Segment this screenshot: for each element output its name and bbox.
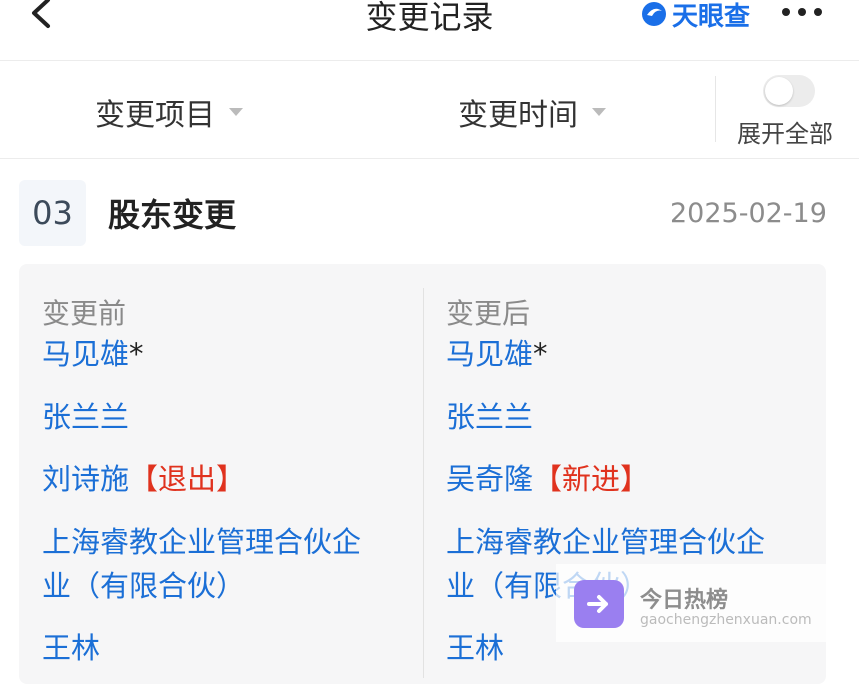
expand-all-label: 展开全部 — [737, 120, 833, 148]
more-dots-icon[interactable] — [782, 8, 822, 16]
record-date: 2025-02-19 — [670, 198, 827, 229]
shareholder-link[interactable]: 马见雄* — [446, 332, 548, 376]
watermark-title: 今日热榜 — [640, 588, 729, 613]
new-tag: 【新进】 — [533, 462, 650, 496]
shareholder-link[interactable]: 上海睿教企业管理合伙企 业（有限合伙） — [42, 520, 361, 608]
watermark-url: gaochengzhenxuan.com — [640, 612, 812, 628]
caret-down-icon — [229, 108, 243, 116]
tianyancha-logo: 天眼查 — [640, 0, 750, 34]
nav-divider — [0, 60, 859, 61]
shareholder-link[interactable]: 马见雄* — [42, 332, 144, 376]
shareholder-link[interactable]: 王林 — [42, 626, 100, 670]
shareholder-link[interactable]: 吴奇隆【新进】 — [446, 457, 649, 501]
toggle-knob — [765, 77, 793, 105]
record-title: 股东变更 — [108, 196, 237, 234]
filter-change-time[interactable]: 变更时间 — [458, 90, 606, 134]
filter-change-item-label: 变更项目 — [95, 98, 215, 133]
before-heading: 变更前 — [42, 297, 127, 330]
filter-separator — [715, 76, 716, 142]
filter-change-time-label: 变更时间 — [458, 98, 578, 133]
filter-change-item[interactable]: 变更项目 — [95, 90, 243, 134]
arrow-right-icon — [574, 580, 624, 628]
shareholder-link[interactable]: 张兰兰 — [446, 395, 533, 439]
shareholder-link[interactable]: 王林 — [446, 626, 504, 670]
record-number: 03 — [19, 180, 86, 246]
shareholder-link[interactable]: 刘诗施【退出】 — [42, 457, 245, 501]
column-divider — [423, 288, 424, 678]
logo-mark-icon — [642, 2, 666, 26]
nav-bar: 变更记录 天眼查 — [0, 0, 859, 60]
caret-down-icon — [592, 108, 606, 116]
filter-divider — [0, 158, 859, 159]
exit-tag: 【退出】 — [129, 462, 246, 496]
expand-all-toggle[interactable] — [763, 75, 815, 107]
shareholder-link[interactable]: 张兰兰 — [42, 395, 129, 439]
after-heading: 变更后 — [446, 297, 531, 330]
logo-text: 天眼查 — [672, 1, 751, 32]
